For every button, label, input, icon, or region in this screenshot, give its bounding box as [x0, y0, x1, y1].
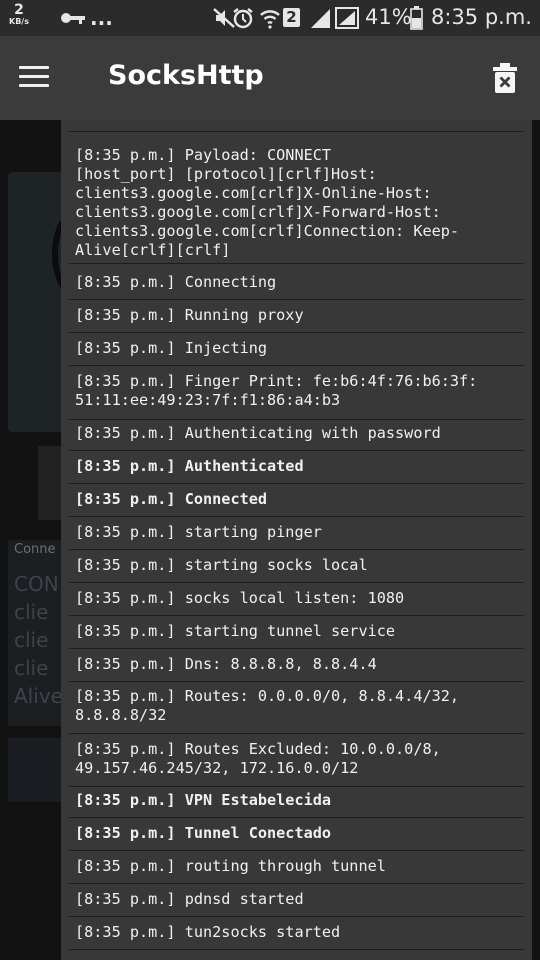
log-entry: [8:35 p.m.] Routes Excluded: 10.0.0.0/8,… — [69, 740, 524, 787]
network-speed: 2 KB/s — [8, 2, 30, 28]
background-card — [8, 738, 64, 802]
log-entry: [8:35 p.m.] starting tunnel service — [69, 622, 524, 649]
log-entry-highlight: [8:35 p.m.] Tunnel Conectado — [69, 824, 524, 851]
status-bar: 2 KB/s ... 2 41% 8:35 p.m. — [0, 0, 540, 36]
network-speed-value: 2 — [14, 2, 24, 18]
alarm-icon — [233, 8, 253, 29]
battery-icon — [410, 6, 423, 30]
log-entry-highlight: [8:35 p.m.] Authenticated — [69, 457, 524, 484]
log-entry-partial — [69, 120, 524, 132]
background-payload-card: Conne CON clie clie clie Alive — [8, 540, 64, 726]
wifi-icon — [260, 10, 280, 29]
log-entry: [8:35 p.m.] Finger Print: fe:b6:4f:76:b6… — [69, 372, 524, 420]
background-card-text: CON clie clie clie Alive — [14, 572, 63, 708]
log-entry: [8:35 p.m.] Connecting — [69, 273, 524, 300]
log-entry-highlight: [8:35 p.m.] VPN Estabelecida — [69, 791, 524, 818]
vpn-key-icon — [61, 13, 85, 24]
log-entry: [8:35 p.m.] Injecting — [69, 339, 524, 366]
sim-slot-badge: 2 — [283, 8, 300, 27]
log-entry: [8:35 p.m.] routing through tunnel — [69, 857, 524, 884]
log-entry: [8:35 p.m.] starting pinger — [69, 523, 524, 550]
app-toolbar: SocksHttp — [0, 36, 540, 120]
more-notifications-indicator: ... — [90, 6, 113, 30]
background-card — [8, 172, 64, 432]
signal-icon — [311, 9, 330, 28]
log-entry: [8:35 p.m.] tun2socks started — [69, 923, 524, 950]
network-speed-unit: KB/s — [9, 17, 29, 26]
clear-log-trash-icon[interactable] — [492, 63, 518, 93]
log-entry: [8:35 p.m.] socks local listen: 1080 — [69, 589, 524, 616]
log-entry: [8:35 p.m.] Dns: 8.8.8.8, 8.8.4.4 — [69, 655, 524, 682]
log-entry: [8:35 p.m.] Running proxy — [69, 306, 524, 333]
log-entry: [8:35 p.m.] Payload: CONNECT [host_port]… — [69, 146, 524, 264]
log-entry: [8:35 p.m.] Routes: 0.0.0.0/0, 8.8.4.4/3… — [69, 687, 524, 734]
signal-sim2-icon — [335, 7, 359, 29]
log-entry-highlight: [8:35 p.m.] Connected — [69, 490, 524, 517]
clock: 8:35 p.m. — [431, 5, 532, 29]
background-card-label: Conne — [14, 542, 56, 557]
battery-percent: 41% — [365, 5, 412, 29]
hamburger-menu-icon[interactable] — [19, 66, 49, 90]
log-entry: [8:35 p.m.] starting socks local — [69, 556, 524, 583]
log-drawer[interactable]: [8:35 p.m.] Payload: CONNECT [host_port]… — [61, 120, 532, 960]
log-entry: [8:35 p.m.] Authenticating with password — [69, 424, 524, 451]
log-entry: [8:35 p.m.] pdnsd started — [69, 890, 524, 917]
app-title: SocksHttp — [108, 60, 264, 91]
